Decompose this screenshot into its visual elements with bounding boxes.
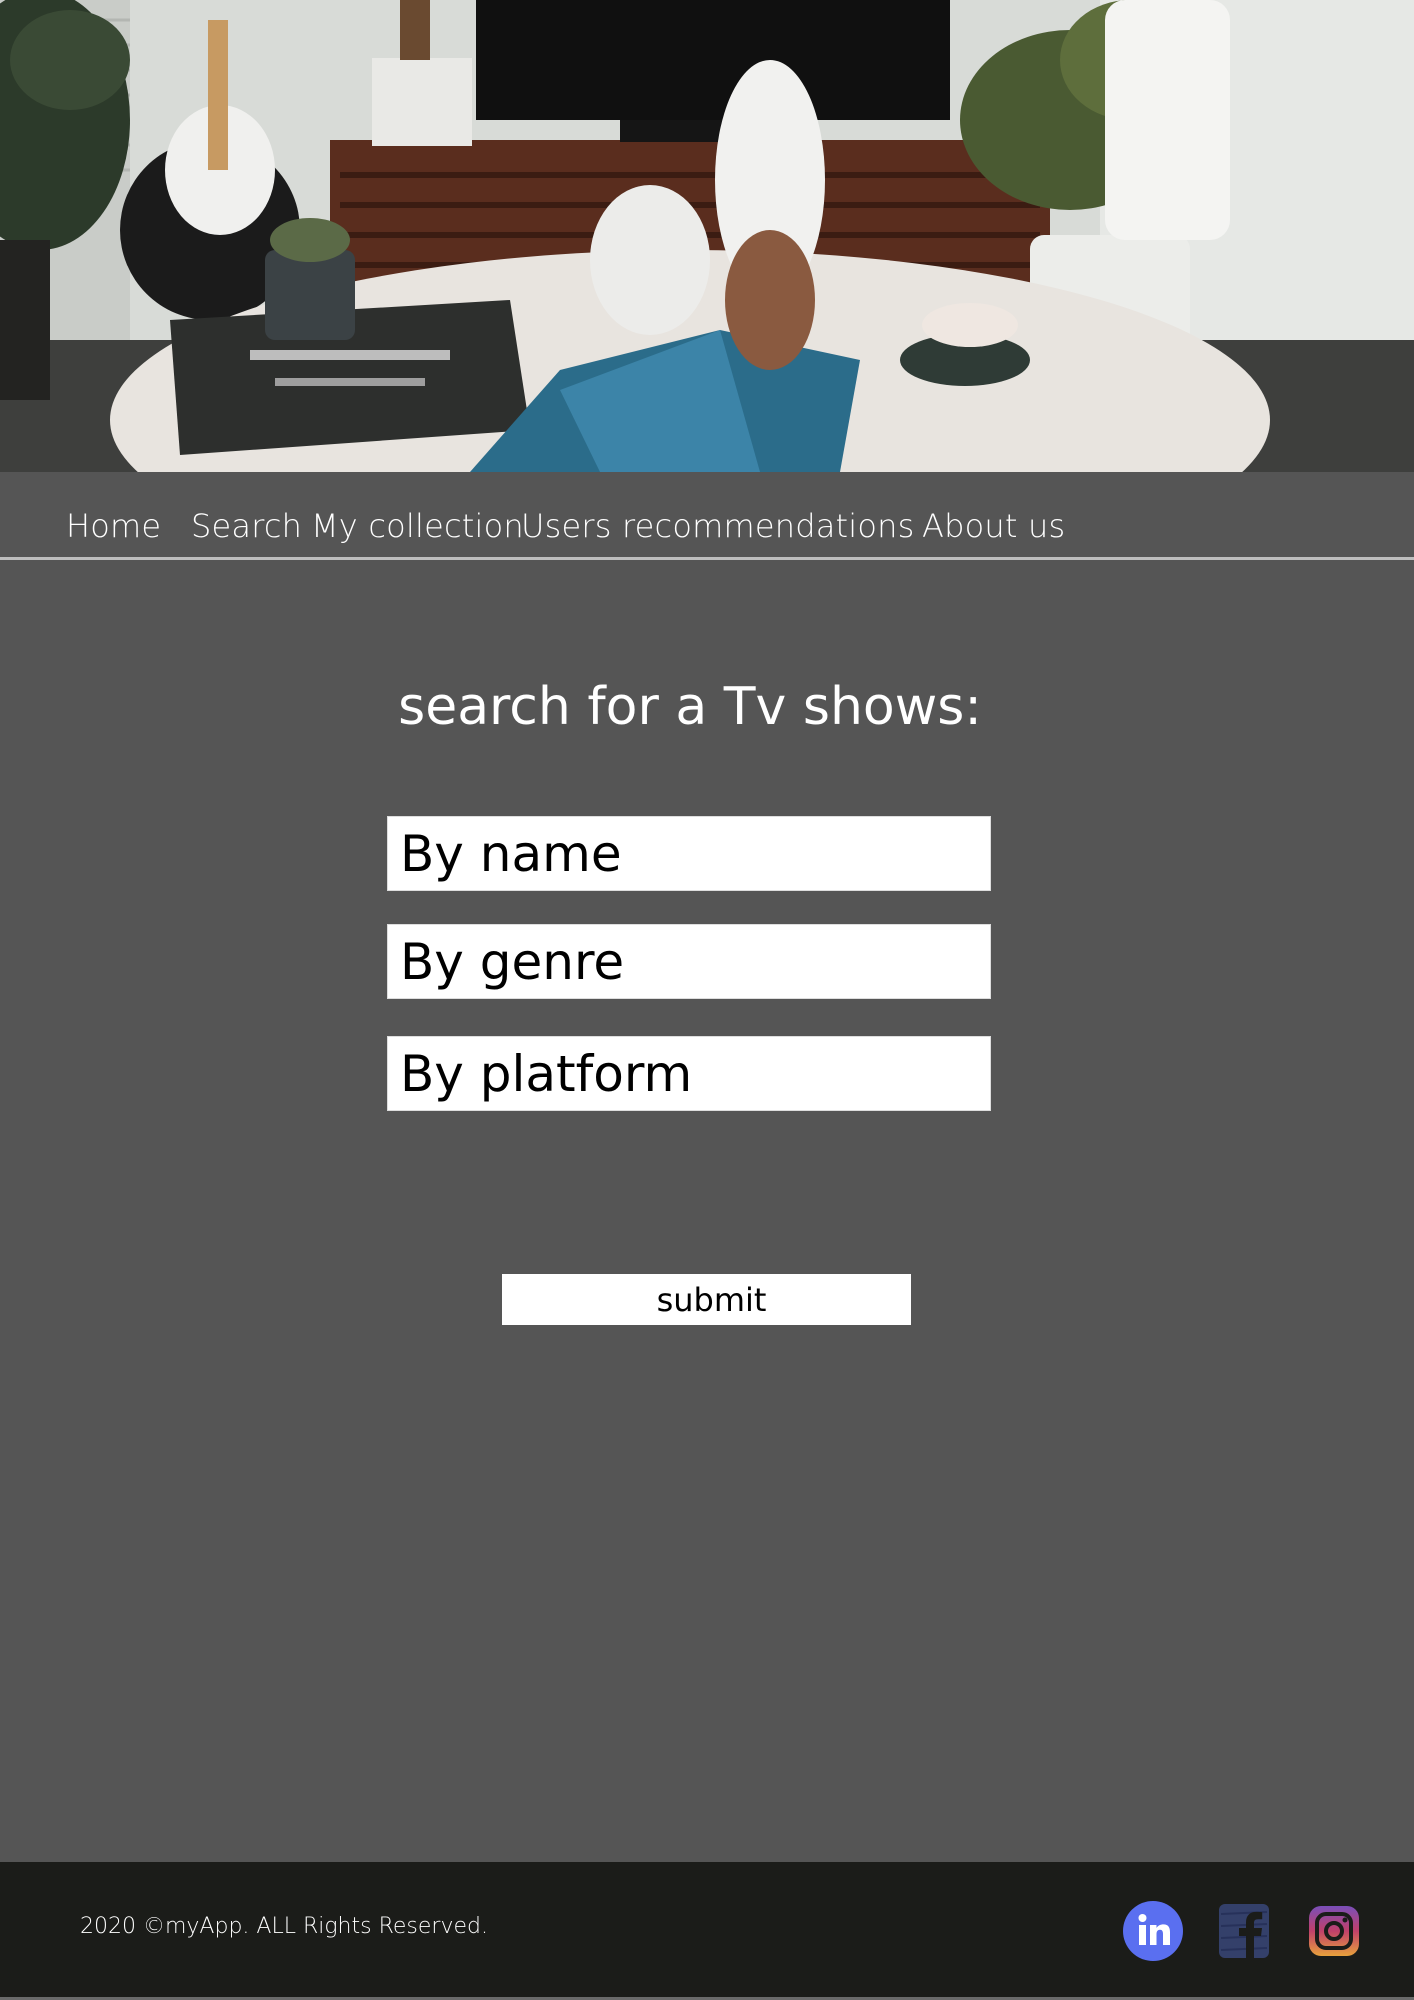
nav-item-about-us[interactable]: About us: [922, 506, 1065, 546]
linkedin-icon[interactable]: [1122, 1900, 1184, 1962]
hero-image: [0, 0, 1414, 472]
facebook-icon[interactable]: [1216, 1900, 1272, 1962]
nav-item-home[interactable]: Home: [66, 506, 161, 546]
page-title: search for a Tv shows:: [398, 676, 982, 737]
nav-item-search[interactable]: Search: [191, 506, 302, 546]
copyright-text: 2020 ©myApp. ALL Rights Reserved.: [80, 1914, 488, 1939]
nav-item-my-collection[interactable]: My collection: [311, 506, 524, 546]
search-by-genre-input[interactable]: [387, 924, 991, 999]
footer: 2020 ©myApp. ALL Rights Reserved.: [0, 1862, 1414, 2000]
nav-item-users-recommendations[interactable]: Users recommendations: [521, 506, 915, 546]
instagram-icon[interactable]: [1306, 1900, 1362, 1962]
search-by-name-input[interactable]: [387, 816, 991, 891]
submit-button[interactable]: submit: [502, 1274, 911, 1325]
main-nav: Home Search My collection Users recommen…: [0, 472, 1414, 560]
search-by-platform-input[interactable]: [387, 1036, 991, 1111]
